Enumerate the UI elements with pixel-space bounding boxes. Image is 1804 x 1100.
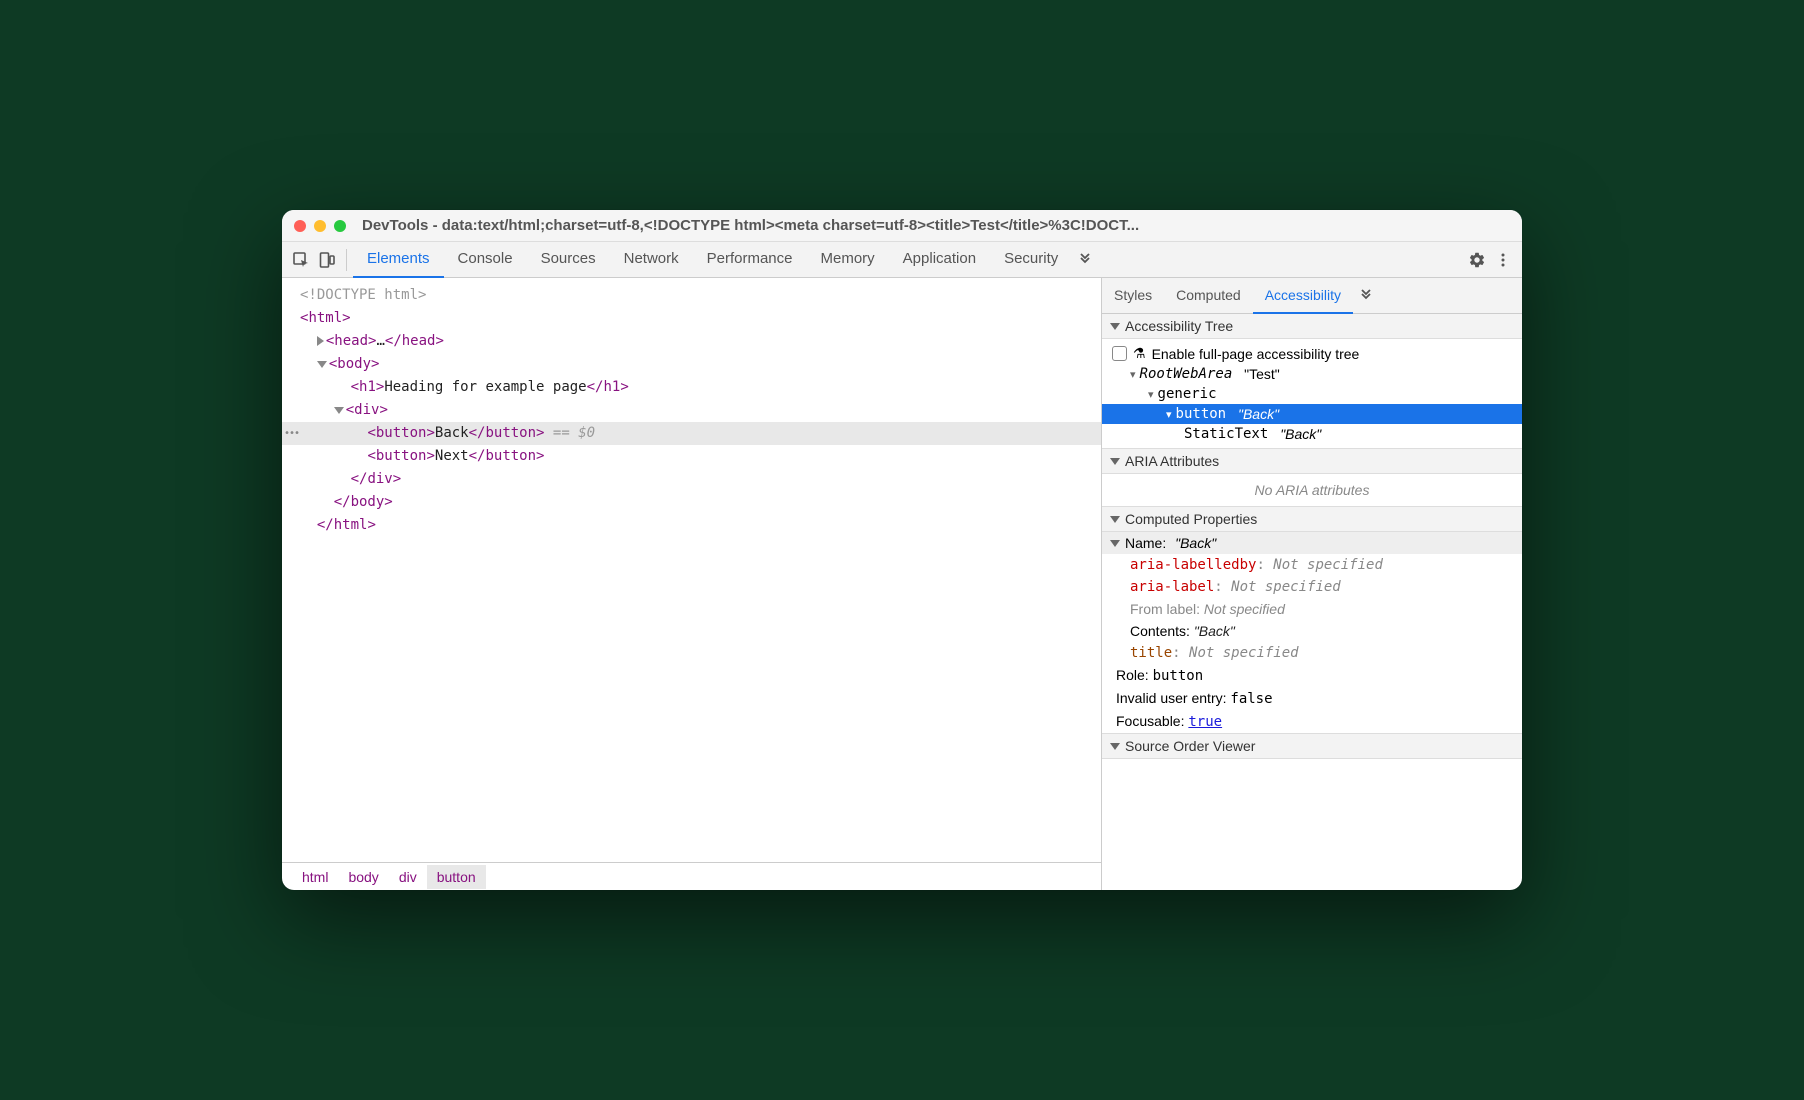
chevron-down-icon: [1110, 458, 1120, 465]
accessibility-panel: Accessibility Tree ⚗ Enable full-page ac…: [1102, 314, 1522, 890]
sidebar-tabs: Styles Computed Accessibility: [1102, 278, 1522, 314]
enable-full-tree-checkbox[interactable]: [1112, 346, 1127, 361]
a11y-tree-button-selected[interactable]: ▾button "Back": [1102, 404, 1522, 424]
a11y-tree-generic[interactable]: ▾generic: [1102, 384, 1522, 404]
tab-application[interactable]: Application: [889, 242, 990, 278]
titlebar: DevTools - data:text/html;charset=utf-8,…: [282, 210, 1522, 242]
prop-role: Role: button: [1102, 664, 1522, 687]
chevron-down-icon: [1110, 540, 1120, 547]
more-tabs-icon[interactable]: [1072, 247, 1098, 273]
window-title: DevTools - data:text/html;charset=utf-8,…: [362, 217, 1510, 234]
expand-icon[interactable]: [317, 336, 324, 346]
tab-styles[interactable]: Styles: [1102, 278, 1164, 314]
kebab-menu-icon[interactable]: [1490, 247, 1516, 273]
tab-console[interactable]: Console: [444, 242, 527, 278]
more-sidebar-tabs-icon[interactable]: [1353, 283, 1379, 309]
computed-name-row[interactable]: Name: "Back": [1102, 532, 1522, 554]
prop-invalid: Invalid user entry: false: [1102, 687, 1522, 710]
chevron-down-icon: [1110, 743, 1120, 750]
a11y-tree-root[interactable]: ▾RootWebArea "Test": [1102, 364, 1522, 384]
breadcrumb-button[interactable]: button: [427, 865, 486, 889]
sidebar-panel: Styles Computed Accessibility Accessibil…: [1102, 278, 1522, 890]
minimize-window-button[interactable]: [314, 220, 326, 232]
close-window-button[interactable]: [294, 220, 306, 232]
prop-focusable: Focusable: true: [1102, 710, 1522, 733]
elements-panel: <!DOCTYPE html> <html> <head>…</head> <b…: [282, 278, 1102, 890]
doctype: <!DOCTYPE html>: [300, 287, 426, 303]
tab-elements[interactable]: Elements: [353, 242, 444, 278]
prop-contents: Contents: "Back": [1102, 620, 1522, 642]
source-order-header[interactable]: Source Order Viewer: [1102, 733, 1522, 759]
tab-computed[interactable]: Computed: [1164, 278, 1253, 314]
chevron-down-icon: [1110, 323, 1120, 330]
enable-full-tree-row[interactable]: ⚗ Enable full-page accessibility tree: [1102, 343, 1522, 364]
tab-sources[interactable]: Sources: [527, 242, 610, 278]
settings-icon[interactable]: [1464, 247, 1490, 273]
devtools-window: DevTools - data:text/html;charset=utf-8,…: [282, 210, 1522, 890]
breadcrumb: html body div button: [282, 862, 1101, 890]
prop-from-label: From label: Not specified: [1102, 598, 1522, 620]
no-aria-message: No ARIA attributes: [1102, 474, 1522, 506]
tab-performance[interactable]: Performance: [693, 242, 807, 278]
flask-icon: ⚗: [1133, 345, 1146, 362]
tab-accessibility[interactable]: Accessibility: [1253, 278, 1353, 314]
breadcrumb-html[interactable]: html: [292, 865, 338, 889]
a11y-tree-static-text[interactable]: StaticText "Back": [1102, 424, 1522, 444]
prop-title: title: Not specified: [1102, 642, 1522, 664]
a11y-tree-header[interactable]: Accessibility Tree: [1102, 314, 1522, 339]
aria-attributes-header[interactable]: ARIA Attributes: [1102, 448, 1522, 474]
breadcrumb-body[interactable]: body: [338, 865, 388, 889]
tab-security[interactable]: Security: [990, 242, 1072, 278]
tab-memory[interactable]: Memory: [807, 242, 889, 278]
prop-aria-label: aria-label: Not specified: [1102, 576, 1522, 598]
toolbar-divider: [346, 249, 347, 271]
prop-aria-labelledby: aria-labelledby: Not specified: [1102, 554, 1522, 576]
traffic-lights: [294, 220, 346, 232]
enable-full-tree-label: Enable full-page accessibility tree: [1152, 346, 1360, 362]
computed-properties-header[interactable]: Computed Properties: [1102, 506, 1522, 532]
device-toolbar-icon[interactable]: [314, 247, 340, 273]
maximize-window-button[interactable]: [334, 220, 346, 232]
chevron-down-icon: [1110, 516, 1120, 523]
collapse-icon[interactable]: [317, 361, 327, 368]
inspect-icon[interactable]: [288, 247, 314, 273]
breadcrumb-div[interactable]: div: [389, 865, 427, 889]
tab-network[interactable]: Network: [610, 242, 693, 278]
content-area: <!DOCTYPE html> <html> <head>…</head> <b…: [282, 278, 1522, 890]
main-toolbar: Elements Console Sources Network Perform…: [282, 242, 1522, 278]
selected-dom-node[interactable]: <button>Back</button> == $0: [282, 422, 1101, 445]
dom-tree[interactable]: <!DOCTYPE html> <html> <head>…</head> <b…: [282, 278, 1101, 862]
collapse-icon[interactable]: [334, 407, 344, 414]
